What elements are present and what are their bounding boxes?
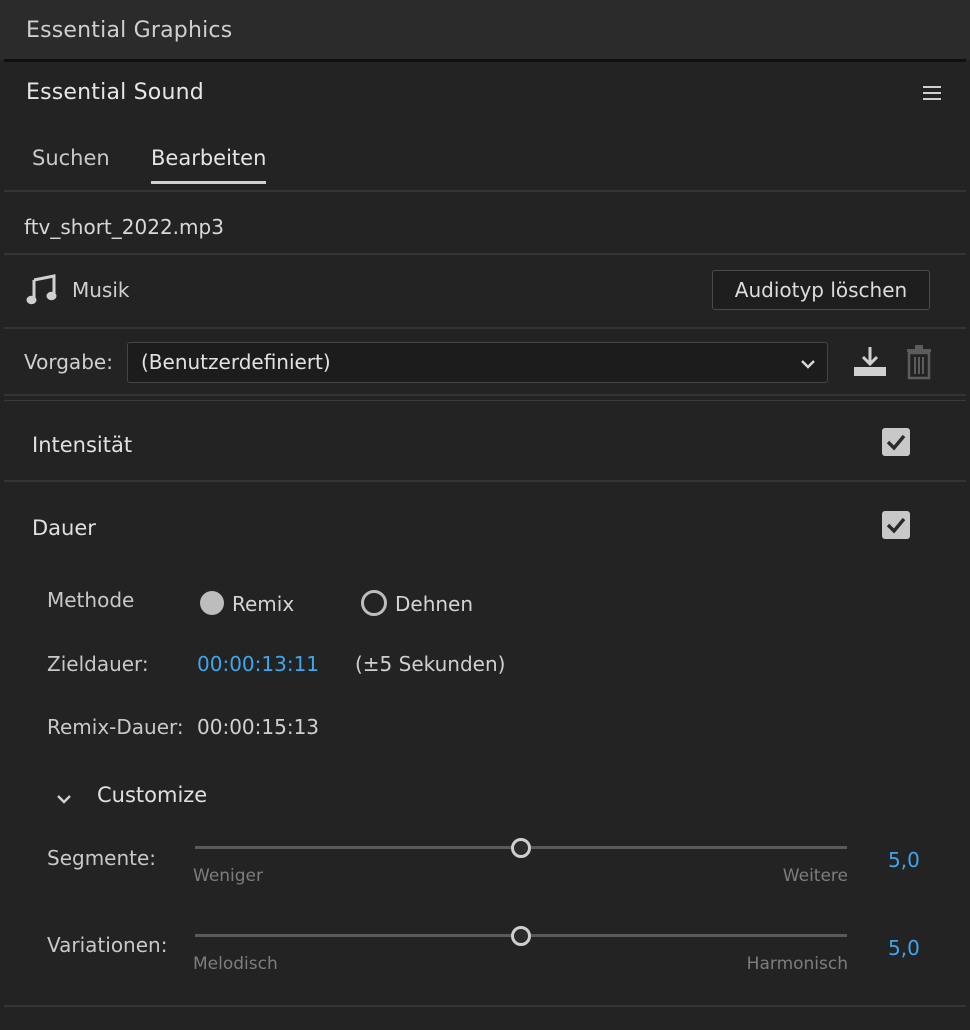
preset-label: Vorgabe: bbox=[24, 350, 113, 374]
variations-min-label: Melodisch bbox=[193, 954, 278, 974]
remix-radio[interactable] bbox=[200, 591, 224, 615]
dehnen-radio[interactable] bbox=[361, 590, 387, 616]
duration-checkbox[interactable] bbox=[882, 511, 910, 539]
dehnen-option-label[interactable]: Dehnen bbox=[395, 592, 473, 616]
variations-slider-thumb[interactable] bbox=[511, 926, 531, 946]
segments-max-label: Weitere bbox=[782, 866, 848, 886]
segments-label: Segmente: bbox=[47, 846, 157, 870]
divider bbox=[4, 253, 966, 255]
audio-type-label: Musik bbox=[72, 278, 130, 302]
segments-min-label: Weniger bbox=[193, 866, 264, 886]
essential-sound-title: Essential Sound bbox=[26, 80, 204, 105]
target-duration-label: Zieldauer: bbox=[47, 652, 149, 676]
intensity-checkbox[interactable] bbox=[882, 428, 910, 456]
clear-audio-type-button[interactable]: Audiotyp löschen bbox=[712, 270, 930, 310]
trash-icon[interactable] bbox=[905, 344, 933, 380]
target-duration-tolerance: (±5 Sekunden) bbox=[355, 652, 506, 676]
chevron-down-icon[interactable] bbox=[56, 790, 72, 804]
essential-sound-window: Essential Graphics Essential Sound Suche… bbox=[0, 0, 970, 1030]
music-note-icon bbox=[26, 274, 60, 306]
intensity-section-title: Intensität bbox=[32, 433, 133, 457]
variations-max-label: Harmonisch bbox=[746, 954, 848, 974]
clip-filename: ftv_short_2022.mp3 bbox=[24, 215, 224, 239]
tab-bearbeiten[interactable]: Bearbeiten bbox=[151, 146, 266, 170]
divider bbox=[4, 480, 966, 482]
tab-suchen[interactable]: Suchen bbox=[32, 146, 110, 170]
segments-slider-thumb[interactable] bbox=[511, 838, 531, 858]
download-preset-icon[interactable] bbox=[852, 345, 888, 379]
duration-section-title: Dauer bbox=[32, 516, 96, 540]
segments-value[interactable]: 5,0 bbox=[888, 848, 920, 872]
active-tab-indicator bbox=[151, 181, 266, 184]
divider bbox=[4, 1005, 966, 1007]
divider bbox=[4, 394, 966, 396]
divider bbox=[4, 190, 966, 192]
remix-duration-value: 00:00:15:13 bbox=[197, 715, 320, 739]
remix-option-label[interactable]: Remix bbox=[232, 592, 294, 616]
remix-duration-label: Remix-Dauer: bbox=[47, 715, 184, 739]
method-label: Methode bbox=[47, 588, 135, 612]
customize-section-title[interactable]: Customize bbox=[97, 783, 207, 807]
target-duration-value[interactable]: 00:00:13:11 bbox=[197, 652, 319, 676]
variations-label: Variationen: bbox=[47, 933, 168, 957]
divider bbox=[4, 400, 966, 401]
variations-value[interactable]: 5,0 bbox=[888, 936, 920, 960]
divider bbox=[4, 327, 966, 329]
hamburger-menu-icon[interactable] bbox=[923, 86, 941, 102]
essential-graphics-title[interactable]: Essential Graphics bbox=[26, 18, 232, 43]
preset-selected-value: (Benutzerdefiniert) bbox=[141, 350, 331, 374]
chevron-down-icon[interactable] bbox=[800, 355, 816, 369]
